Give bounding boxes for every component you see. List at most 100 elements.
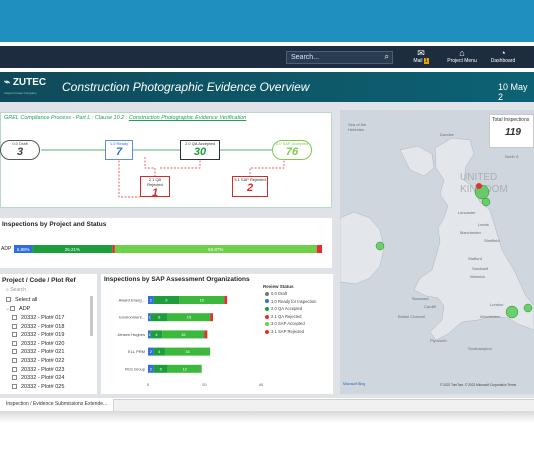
search-icon[interactable]: ⌕: [385, 52, 389, 62]
bar-data-label: 15: [187, 315, 192, 320]
arrow-sap-sap-rejected: [249, 157, 285, 176]
bar-segment[interactable]: [210, 313, 213, 322]
slicer-plot-item[interactable]: 20332 - Plot# 018: [12, 324, 64, 330]
arrow-qa-rejected-back: [118, 157, 140, 198]
status-segment[interactable]: [112, 245, 115, 253]
legend-item[interactable]: 3.1 SAP Rejected: [265, 329, 304, 334]
checkbox[interactable]: [12, 349, 17, 355]
category-label: Environment...: [119, 315, 145, 320]
bar-data-label: 16: [199, 298, 204, 303]
dashboard-nav-item[interactable]: ◔ Dashboard: [488, 48, 518, 67]
checkbox[interactable]: [12, 375, 17, 381]
bottom-shadow: [0, 411, 534, 423]
map-label-north-sea: North S: [505, 154, 519, 159]
microsoft-bing-logo: Microsoft Bing: [343, 382, 366, 386]
total-inspections-value: 119: [505, 127, 521, 138]
map-label-uk: UNITED: [460, 172, 497, 183]
legend-item[interactable]: 2.1 QA Rejected: [265, 314, 302, 319]
zutec-logo: ⌁ ZUTEC: [4, 77, 46, 88]
legend-label: 1.0 Ready for Inspection: [271, 298, 317, 304]
legend-dot-icon: [265, 329, 269, 334]
slicer-title: Project / Code / Plot Ref: [2, 277, 76, 284]
mail-badge: 1: [423, 58, 429, 64]
legend-dot-icon: [265, 322, 269, 327]
logo-subtitle: Inspect Group Company: [4, 91, 37, 95]
slicer-plot-label: 20332 - Plot# 024: [21, 375, 65, 382]
bubble-dublin[interactable]: [375, 241, 385, 251]
stage-qa-accepted[interactable]: 2.0 QA Accepted 30: [180, 140, 220, 160]
chart-title: Inspections by SAP Assessment Organizati…: [104, 276, 250, 283]
stage-qa-rejected[interactable]: 2.1 QA Rejected 1: [140, 176, 170, 199]
expand-icon[interactable]: ⌵: [6, 306, 9, 311]
slicer-plot-item[interactable]: 20332 - Plot# 019: [12, 332, 64, 338]
select-all-label: Select all: [15, 297, 38, 303]
checkbox[interactable]: [12, 383, 17, 389]
checkbox[interactable]: [12, 323, 17, 329]
x-tick-label: 0: [147, 382, 150, 387]
checkbox[interactable]: [12, 366, 17, 372]
map-label-southampton: Southampton: [468, 346, 492, 351]
legend-label: 2.0 QA Accepted: [271, 306, 303, 312]
legend-label: 2.1 QA Rejected: [271, 313, 302, 319]
map-label-lancaster: Lancaster: [458, 210, 476, 215]
slicer-plot-item[interactable]: 20332 - Plot# 020: [12, 341, 64, 347]
stage-sap-accepted[interactable]: 3.0 SAP Accepted 76: [272, 140, 312, 160]
slicer-project-ADP[interactable]: ⌵ ADP: [6, 306, 30, 312]
slicer-plot-item[interactable]: 20332 - Plot# 023: [12, 367, 64, 373]
checkbox[interactable]: [10, 306, 16, 312]
slicer-plot-label: 20332 - Plot# 017: [21, 315, 65, 321]
segment-label: 5.88%: [17, 247, 30, 252]
mail-nav-item[interactable]: ✉ Mail 1: [410, 48, 432, 67]
map-label-sea-hebrides-2: Hebrides: [348, 127, 364, 132]
legend-item[interactable]: 2.0 QA Accepted: [265, 306, 302, 311]
logo-mark-icon: ⌁: [4, 77, 11, 88]
slicer-scrollbar[interactable]: [90, 296, 93, 336]
dashboard-label: Dashboard: [490, 58, 516, 64]
slicer-plot-item[interactable]: 20332 - Plot# 025: [12, 384, 64, 390]
map-label-stafford: Stafford: [468, 256, 482, 261]
slicer-plot-label: 20332 - Plot# 022: [21, 358, 65, 364]
checkbox[interactable]: [12, 315, 17, 321]
bar-segment[interactable]: [204, 330, 208, 339]
bubble-essex[interactable]: [523, 303, 533, 313]
checkbox[interactable]: [6, 297, 11, 303]
slicer-search-input[interactable]: ⌕ Search: [6, 287, 26, 293]
slicer-plot-item[interactable]: 20332 - Plot# 024: [12, 375, 64, 381]
checkbox[interactable]: [12, 340, 17, 346]
slicer-select-all[interactable]: Select all: [6, 297, 37, 303]
top-banner: [0, 0, 534, 42]
slicer-plot-item[interactable]: 20332 - Plot# 017: [12, 315, 64, 321]
uk-map[interactable]: Sea of the Hebrides UNITED KINGDOM Dunde…: [340, 110, 534, 394]
checkbox[interactable]: [12, 358, 17, 364]
legend-item[interactable]: 0.0 Draft: [265, 291, 287, 296]
checkbox[interactable]: [12, 332, 17, 338]
segment-label: 63.87%: [208, 247, 223, 252]
bubble-durham-rejected[interactable]: [476, 183, 482, 189]
sap-org-bar-chart[interactable]: Award Energ... 2 9 16Environment... 1 6 15Jens…: [101, 288, 263, 392]
search-input[interactable]: Search... ⌕: [286, 51, 393, 64]
page-date: 10 May 2: [498, 82, 528, 102]
stage-ready[interactable]: 1.0 Ready 7: [105, 140, 133, 160]
map-credit[interactable]: © 2022 TomTom, © 2022 Microsoft Corporat…: [440, 383, 516, 387]
slicer-plot-item[interactable]: 20332 - Plot# 021: [12, 349, 64, 355]
bar-segment[interactable]: [224, 296, 228, 304]
legend-item[interactable]: 1.0 Ready for Inspection: [265, 299, 316, 304]
bar-data-label: 15: [181, 332, 186, 337]
map-label-bristol-channel: Bristol Channel: [398, 314, 425, 319]
stage-ready-value: 7: [115, 146, 123, 158]
bubble-london[interactable]: [505, 305, 519, 319]
tab-inspection-evidence[interactable]: Inspection / Evidence Submissions Extend…: [0, 399, 115, 411]
legend-label: 3.1 SAP Rejected: [271, 329, 304, 334]
stage-draft[interactable]: 0.0 Draft 3: [0, 140, 40, 160]
bubble-teesside[interactable]: [481, 197, 491, 207]
status-segment[interactable]: [316, 245, 323, 253]
mail-label: Mail: [413, 58, 423, 64]
legend-item[interactable]: 3.0 SAP Accepted: [265, 321, 305, 326]
slicer-plot-item[interactable]: 20332 - Plot# 022: [12, 358, 64, 364]
search-placeholder: Search...: [291, 54, 320, 61]
stage-sap-rejected[interactable]: 3.1 SAP Rejected 2: [232, 176, 268, 197]
category-label: FES Group: [125, 366, 146, 371]
status-stacked-bar[interactable]: 5.88% 25.21% 63.87%: [14, 245, 330, 253]
project-menu-nav-item[interactable]: ⌂ Project Menu: [444, 48, 480, 67]
stage-sap-accepted-value: 76: [285, 146, 299, 158]
